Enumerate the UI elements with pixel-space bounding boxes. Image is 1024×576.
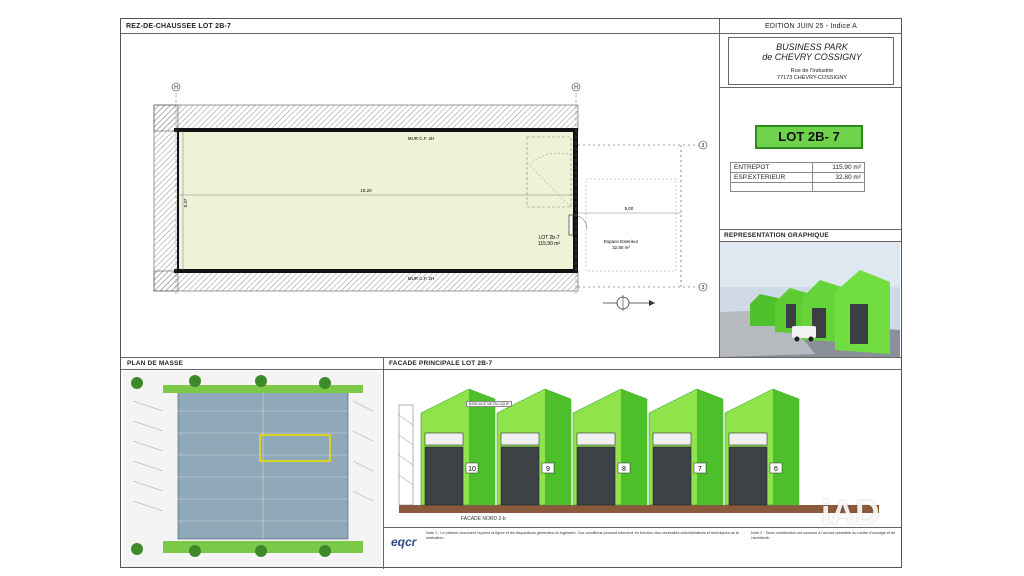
rep-title: REPRESENTATION GRAPHIQUE [724, 232, 829, 239]
lot-area-row [730, 182, 865, 192]
rep-rule [719, 229, 901, 230]
floor-plan: H H MUR C.F. 2H MUR C.F. 2H 18,20 6,37 L… [153, 82, 708, 294]
wall-top-label: MUR C.F. 2H [408, 136, 435, 141]
facade-bay: 8 [572, 388, 648, 506]
exterior-label: Espace Exterieur [604, 239, 639, 244]
lot-area-value [812, 182, 865, 192]
masse-title: PLAN DE MASSE [127, 360, 184, 367]
facade-callout: BARDAGE METALLIQUE [466, 401, 513, 407]
bay-number: 10 [468, 466, 476, 473]
facade-caption: FACADE NORD 2-b [461, 516, 506, 522]
grid-top-label: 3 [702, 143, 705, 149]
bay-number: 9 [546, 466, 550, 473]
edition-label: EDITION JUIN 25 - Indice A [765, 23, 857, 30]
facade-bay: 7 [648, 388, 724, 506]
footer-note-left: Note 1 : Le présent document reprend la … [426, 531, 739, 540]
exterior-length: 5,00 [625, 206, 634, 211]
lot-plan-area: 115,90 m² [538, 241, 560, 247]
site-plan [123, 371, 381, 567]
bay-number: 8 [622, 466, 626, 473]
length-dimension: 18,20 [360, 188, 372, 193]
axis-right-label: H [574, 85, 578, 91]
lot-area-value: 32.80 m² [812, 172, 865, 183]
address-line1: Rue de l'Industrie [790, 68, 834, 74]
lot-badge: LOT 2B- 7 [755, 125, 863, 149]
project-rule [719, 87, 901, 88]
company-logo: eqcr [391, 535, 417, 549]
watermark-logo: iAD [821, 494, 880, 532]
lot-area-value: 115.90 m² [812, 162, 865, 173]
lot-area-label: ESP.EXTERIEUR [730, 172, 813, 183]
lower-rule [121, 357, 901, 358]
wall-bottom-label: MUR C.F. 2H [408, 276, 435, 281]
lot-area-table: ENTREPOT 115.90 m² ESP.EXTERIEUR 32.80 m… [730, 162, 865, 192]
width-dimension: 6,37 [183, 198, 188, 207]
lower-title-rule [121, 369, 901, 370]
axis-left-label: H [174, 85, 178, 91]
north-arrow-icon [603, 295, 655, 311]
project-name-line1: BUSINESS PARK [776, 42, 848, 52]
lot-area-label: ENTREPOT [730, 162, 813, 173]
project-title-block: BUSINESS PARK de CHEVRY COSSIGNY Rue de … [728, 37, 894, 85]
project-name-line2: de CHEVRY COSSIGNY [762, 52, 862, 62]
bay-number: 6 [774, 466, 778, 473]
rendering-image [720, 242, 900, 357]
address-line2: 77173 CHEVRY-COSSIGNY [776, 75, 847, 81]
grid-bottom-label: 3 [702, 285, 705, 291]
bay-number: 7 [698, 466, 702, 473]
lot-area-label [730, 182, 813, 192]
lot-area-row: ESP.EXTERIEUR 32.80 m² [730, 172, 865, 183]
exterior-area: 32,80 m² [612, 245, 630, 250]
facade-bay: 6 [724, 388, 800, 506]
lot-area-row: ENTREPOT 115.90 m² [730, 162, 865, 173]
lower-divider [383, 357, 384, 569]
header-rule [121, 33, 901, 34]
plan-sheet: REZ-DE-CHAUSSEE LOT 2B-7 EDITION JUIN 25… [120, 18, 902, 569]
ground-floor-title: REZ-DE-CHAUSSEE LOT 2B-7 [126, 23, 232, 30]
facade-title: FACADE PRINCIPALE LOT 2B-7 [389, 360, 493, 367]
